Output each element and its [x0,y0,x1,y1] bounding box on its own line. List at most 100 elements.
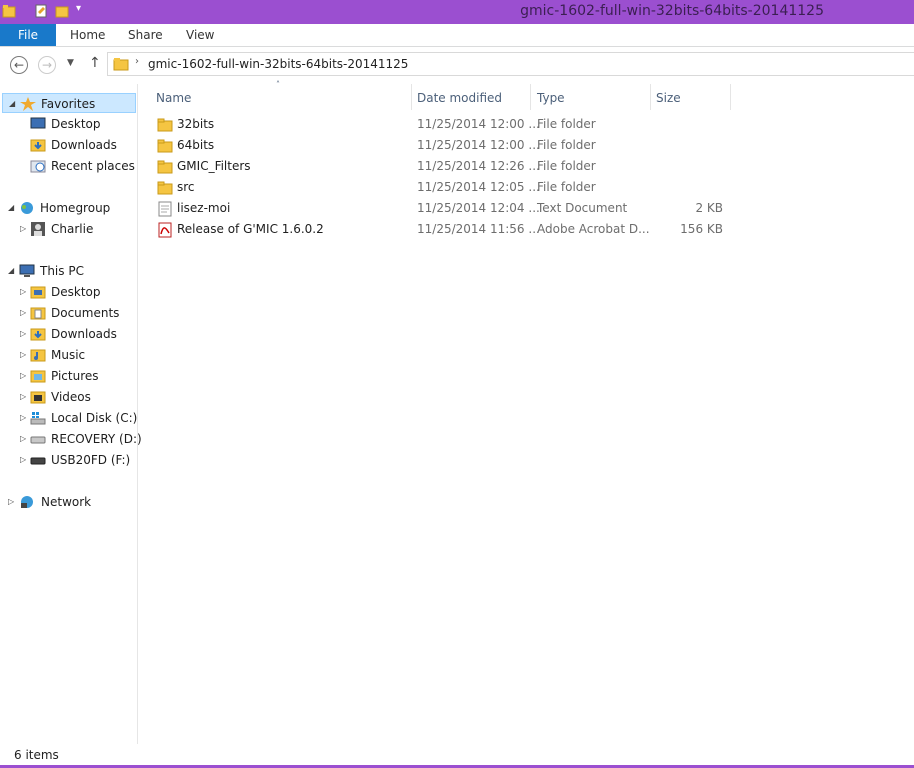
forward-button[interactable]: → [38,56,56,74]
computer-icon [19,264,35,277]
file-name[interactable]: Release of G'MIC 1.6.0.2 [177,222,324,236]
up-button[interactable]: ↑ [89,55,101,71]
column-header-size[interactable]: Size [656,89,681,107]
navigation-pane: ◢ Favorites Desktop Downloads Recent pla… [0,84,142,744]
file-size: 156 KB [680,222,723,236]
usb-drive-icon [30,457,46,465]
nav-label: Homegroup [40,201,111,215]
nav-homegroup[interactable]: ◢ Homegroup [2,198,136,218]
nav-label: Documents [51,306,120,320]
column-divider[interactable] [530,84,531,110]
expand-arrow-icon[interactable]: ▷ [20,282,28,302]
title-bar: ▾ gmic-1602-full-win-32bits-64bits-20141… [0,0,914,24]
address-bar[interactable]: › gmic-1602-full-win-32bits-64bits-20141… [107,52,914,76]
file-name[interactable]: lisez-moi [177,201,230,215]
file-type: File folder [537,180,596,194]
nav-label: Downloads [51,327,117,341]
column-header-name[interactable]: Name [156,89,191,107]
file-date: 11/25/2014 12:00 ... [417,138,540,152]
nav-label: Favorites [41,97,96,111]
nav-this-pc[interactable]: ◢ This PC [2,261,136,281]
sort-ascending-icon: ˄ [276,80,280,89]
ribbon-tabs: File Home Share View [0,24,914,47]
desktop-icon [30,117,46,129]
file-type: Adobe Acrobat D... [537,222,650,236]
recent-places-icon [30,160,46,173]
file-name[interactable]: src [177,180,195,194]
nav-label: Downloads [51,138,117,152]
tab-home[interactable]: Home [70,24,105,46]
tab-view[interactable]: View [186,24,214,46]
pdf-icon [158,222,172,238]
column-header-date-modified[interactable]: Date modified [417,89,502,107]
downloads-icon [30,328,46,341]
column-divider[interactable] [650,84,651,110]
windows-drive-icon [30,412,46,425]
folder-icon [157,118,173,132]
expand-arrow-icon[interactable]: ▷ [20,387,28,407]
nav-label: Local Disk (C:) [51,411,138,425]
nav-label: USB20FD (F:) [51,453,131,467]
file-type: Text Document [537,201,628,215]
address-row: ← → ▼ ↑ › gmic-1602-full-win-32bits-64bi… [0,47,914,83]
expand-arrow-icon[interactable]: ▷ [20,345,28,365]
tab-share[interactable]: Share [128,24,163,46]
customize-toolbar-icon[interactable]: ▾ [76,3,81,14]
file-date: 11/25/2014 11:56 ... [417,222,540,236]
nav-label: Recent places [51,159,135,173]
file-row[interactable]: Release of G'MIC 1.6.0.2 11/25/2014 11:5… [150,220,740,241]
network-icon [21,496,33,508]
file-date: 11/25/2014 12:04 ... [417,201,540,215]
tab-file[interactable]: File [0,24,56,46]
nav-favorites[interactable]: ◢ Favorites [2,93,136,113]
expand-arrow-icon[interactable]: ▷ [20,366,28,386]
file-row[interactable]: 64bits 11/25/2014 12:00 ... File folder [150,136,740,157]
status-item-count: 6 items [14,748,59,762]
collapse-arrow-icon[interactable]: ◢ [8,261,16,281]
file-name[interactable]: GMIC_Filters [177,159,251,173]
file-name[interactable]: 64bits [177,138,214,152]
file-type: File folder [537,159,596,173]
expand-arrow-icon[interactable]: ▷ [20,450,28,470]
file-row[interactable]: src 11/25/2014 12:05 ... File folder [150,178,740,199]
column-divider[interactable] [730,84,731,110]
documents-icon [30,307,46,320]
expand-arrow-icon[interactable]: ▷ [8,492,16,512]
nav-label: Desktop [51,285,101,299]
user-icon [31,222,45,236]
pictures-icon [30,370,46,383]
desktop-folder-icon [30,286,46,299]
file-size: 2 KB [695,201,723,215]
folder-icon [157,139,173,153]
file-type: File folder [537,117,596,131]
breadcrumb-chevron-icon[interactable]: › [135,56,139,67]
folder-icon [157,160,173,174]
collapse-arrow-icon[interactable]: ◢ [8,198,16,218]
expand-arrow-icon[interactable]: ▷ [20,219,28,239]
nav-label: Pictures [51,369,99,383]
text-file-icon [158,201,172,217]
file-row[interactable]: lisez-moi 11/25/2014 12:04 ... Text Docu… [150,199,740,220]
properties-icon[interactable] [34,4,48,18]
folder-icon [113,58,129,71]
expand-arrow-icon[interactable]: ▷ [20,324,28,344]
column-header-type[interactable]: Type [537,89,565,107]
file-row[interactable]: GMIC_Filters 11/25/2014 12:26 ... File f… [150,157,740,178]
new-folder-icon[interactable] [55,4,69,18]
column-divider[interactable] [411,84,412,110]
breadcrumb[interactable]: gmic-1602-full-win-32bits-64bits-2014112… [148,57,408,71]
music-icon [30,349,46,362]
back-button[interactable]: ← [10,56,28,74]
file-name[interactable]: 32bits [177,117,214,131]
homegroup-icon [21,202,33,214]
expand-arrow-icon[interactable]: ▷ [20,408,28,428]
file-date: 11/25/2014 12:05 ... [417,180,540,194]
nav-label: Videos [51,390,91,404]
star-icon [20,97,36,111]
recent-locations-dropdown[interactable]: ▼ [67,58,74,68]
expand-arrow-icon[interactable]: ▷ [20,429,28,449]
expand-arrow-icon[interactable]: ▷ [20,303,28,323]
file-row[interactable]: 32bits 11/25/2014 12:00 ... File folder [150,115,740,136]
collapse-arrow-icon[interactable]: ◢ [9,94,17,114]
file-type: File folder [537,138,596,152]
